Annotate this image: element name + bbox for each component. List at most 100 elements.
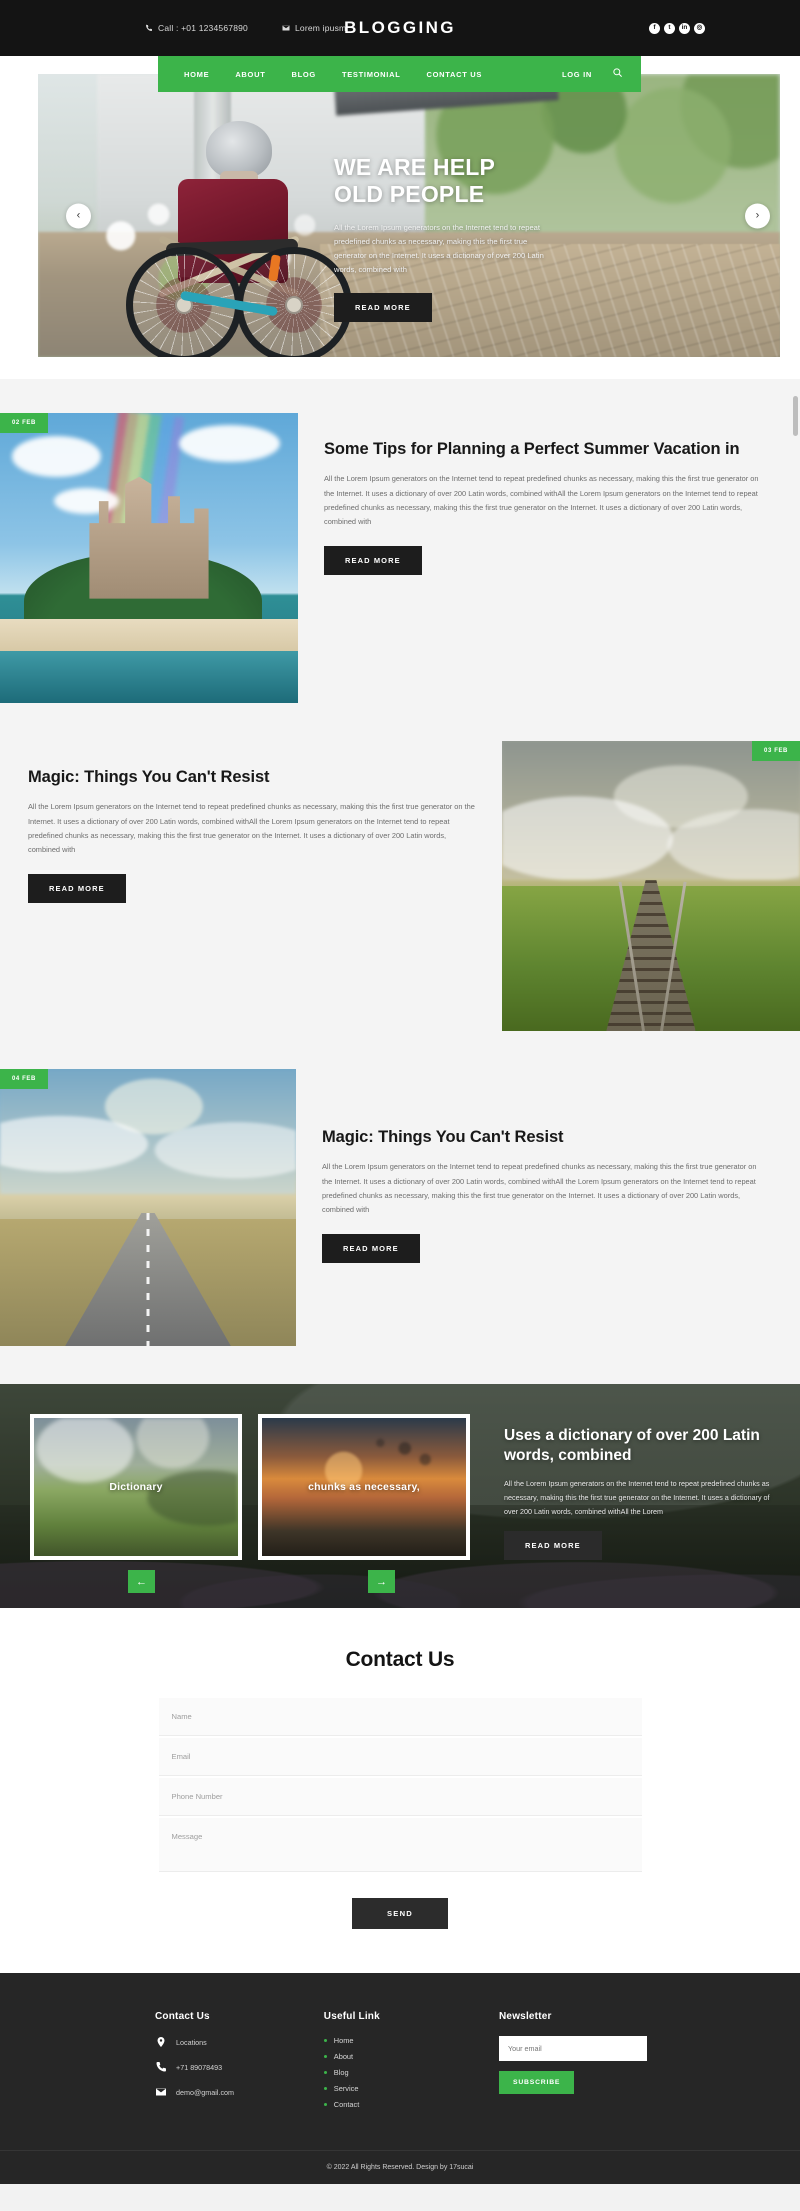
nav-item-about[interactable]: ABOUT — [235, 70, 265, 79]
location-pin-icon — [157, 2037, 165, 2047]
footer-link-service[interactable]: Service — [323, 2084, 459, 2093]
phone-ring-icon — [156, 2061, 167, 2072]
footer-contact-column: Contact Us Locations +71 89078493 demo@g… — [155, 2011, 284, 2116]
email-field[interactable] — [158, 1738, 642, 1776]
blog-row-1: 02 FEB Some Tips for Planning a Perfect … — [0, 413, 800, 703]
top-bar-phone-label: Call : +01 1234567890 — [158, 23, 248, 33]
footer-links-column: Useful Link Home About Blog Service Cont… — [323, 2011, 459, 2116]
top-bar-email[interactable]: Lorem ipusm — [282, 23, 346, 33]
footer-link-blog[interactable]: Blog — [323, 2068, 459, 2077]
blog-text-3: All the Lorem Ipsum generators on the In… — [322, 1162, 757, 1215]
gallery-card-2[interactable]: chunks as necessary, — [258, 1414, 470, 1560]
blog-thumbnail-railway[interactable]: 03 FEB — [502, 741, 800, 1031]
open-road-photo — [0, 1069, 296, 1346]
message-field[interactable] — [158, 1818, 642, 1872]
footer-link-label: Contact — [333, 2100, 360, 2109]
footer-email-label: demo@gmail.com — [176, 2087, 235, 2097]
footer-link-home[interactable]: Home — [323, 2036, 459, 2045]
subscribe-button[interactable]: SUBSCRIBE — [499, 2071, 575, 2094]
hero-title-line-2: OLD PEOPLE — [334, 181, 485, 208]
hero-copy: WE ARE HELP OLD PEOPLE All the Lorem Ips… — [334, 154, 552, 323]
footer-newsletter-title: Newsletter — [499, 2011, 552, 2022]
envelope-icon — [156, 2088, 166, 2096]
castle-rainbow-photo — [0, 413, 298, 703]
footer-phone[interactable]: +71 89078493 — [155, 2061, 284, 2073]
blog-text-2: All the Lorem Ipsum generators on the In… — [28, 802, 475, 855]
bullet-icon — [323, 2039, 327, 2042]
footer-link-label: Blog — [333, 2068, 349, 2077]
nav-item-home[interactable]: HOME — [184, 70, 209, 79]
blog-read-more-button-1[interactable]: READ MORE — [324, 545, 422, 575]
gallery-copy: Uses a dictionary of over 200 Latin word… — [486, 1414, 772, 1561]
linkedin-icon[interactable]: in — [679, 22, 690, 34]
footer-link-label: Service — [333, 2084, 359, 2093]
gallery-inner: Dictionary chunks as necessary, Uses a d… — [0, 1384, 800, 1561]
twitter-icon[interactable]: t — [664, 22, 675, 34]
gallery-prev-button[interactable]: ← — [128, 1570, 155, 1593]
hero-title-line-1: WE ARE HELP — [334, 154, 496, 180]
top-bar-contacts: Call : +01 1234567890 Lorem ipusm — [145, 23, 346, 33]
nav-item-contact-us[interactable]: CONTACT US — [426, 70, 482, 79]
bullet-icon — [323, 2055, 327, 2058]
send-button[interactable]: SEND — [352, 1898, 448, 1929]
newsletter-email-input[interactable] — [499, 2036, 648, 2061]
blog-thumbnail-castle[interactable]: 02 FEB — [0, 413, 298, 703]
nav-item-testimonial[interactable]: TESTIMONIAL — [342, 70, 401, 79]
scrollbar-thumb[interactable] — [793, 396, 798, 436]
instagram-icon[interactable]: ◎ — [694, 22, 705, 34]
name-field[interactable] — [158, 1698, 642, 1736]
gallery-text: All the Lorem Ipsum generators on the In… — [504, 1479, 770, 1516]
page-root: Call : +01 1234567890 Lorem ipusm BLOGGI… — [0, 0, 800, 2184]
footer-link-label: About — [333, 2052, 354, 2061]
send-wrap: SEND — [0, 1898, 800, 1929]
hero-description: All the Lorem Ipsum generators on the In… — [334, 223, 544, 275]
phone-field[interactable] — [158, 1778, 642, 1816]
blog-section: 02 FEB Some Tips for Planning a Perfect … — [0, 379, 800, 1346]
facebook-icon[interactable]: f — [649, 22, 660, 34]
footer-link-about[interactable]: About — [323, 2052, 459, 2061]
hero-section: WE ARE HELP OLD PEOPLE All the Lorem Ips… — [0, 56, 800, 436]
bullet-icon — [323, 2087, 327, 2090]
footer-link-contact[interactable]: Contact — [323, 2100, 459, 2109]
gallery-title: Uses a dictionary of over 200 Latin word… — [504, 1427, 760, 1465]
hero-prev-arrow[interactable]: ‹ — [66, 203, 91, 228]
nav-right: LOG IN — [562, 65, 623, 83]
footer: Contact Us Locations +71 89078493 demo@g… — [0, 1973, 800, 2184]
nav-item-blog[interactable]: BLOG — [291, 70, 315, 79]
gallery-caption-1: Dictionary — [109, 1481, 163, 1493]
hero-title: WE ARE HELP OLD PEOPLE — [334, 154, 552, 208]
gallery-next-button[interactable]: → — [368, 1570, 395, 1593]
blog-read-more-button-2[interactable]: READ MORE — [28, 873, 126, 903]
blog-title-1: Some Tips for Planning a Perfect Summer … — [324, 440, 740, 458]
gallery-card-1[interactable]: Dictionary — [30, 1414, 242, 1560]
social-links: f t in ◎ — [649, 22, 705, 34]
search-icon[interactable] — [612, 65, 623, 83]
main-navbar: HOME ABOUT BLOG TESTIMONIAL CONTACT US L… — [158, 56, 641, 92]
footer-location[interactable]: Locations — [155, 2036, 284, 2048]
footer-columns: Contact Us Locations +71 89078493 demo@g… — [0, 2011, 800, 2116]
copyright: © 2022 All Rights Reserved. Design by 17… — [0, 2150, 800, 2184]
contact-title: Contact Us — [345, 1648, 455, 1671]
footer-newsletter-column: Newsletter SUBSCRIBE — [499, 2011, 660, 2116]
top-bar-email-label: Lorem ipusm — [294, 23, 347, 33]
blog-title-2: Magic: Things You Can't Resist — [28, 768, 270, 786]
blog-thumbnail-road[interactable]: 04 FEB — [0, 1069, 296, 1346]
top-bar-phone[interactable]: Call : +01 1234567890 — [145, 23, 248, 33]
gallery-caption-2: chunks as necessary, — [308, 1481, 420, 1493]
gallery-read-more-button[interactable]: READ MORE — [504, 1531, 602, 1561]
footer-location-label: Locations — [176, 2037, 207, 2047]
wheelchair-figure — [120, 113, 370, 357]
hero-read-more-button[interactable]: READ MORE — [334, 293, 432, 323]
bullet-icon — [323, 2071, 327, 2074]
blog-copy-1: Some Tips for Planning a Perfect Summer … — [298, 413, 800, 575]
blog-read-more-button-3[interactable]: READ MORE — [322, 1233, 420, 1263]
footer-email[interactable]: demo@gmail.com — [155, 2086, 284, 2098]
hero-next-arrow[interactable]: › — [745, 203, 770, 228]
mail-icon — [282, 25, 290, 31]
bullet-icon — [323, 2103, 327, 2106]
blog-text-1: All the Lorem Ipsum generators on the In… — [324, 474, 759, 527]
footer-links-title: Useful Link — [323, 2011, 380, 2022]
blog-row-3: 04 FEB Magic: Things You Can't Resist Al… — [0, 1069, 800, 1346]
footer-contact-title: Contact Us — [155, 2011, 210, 2022]
nav-item-login[interactable]: LOG IN — [562, 70, 592, 79]
